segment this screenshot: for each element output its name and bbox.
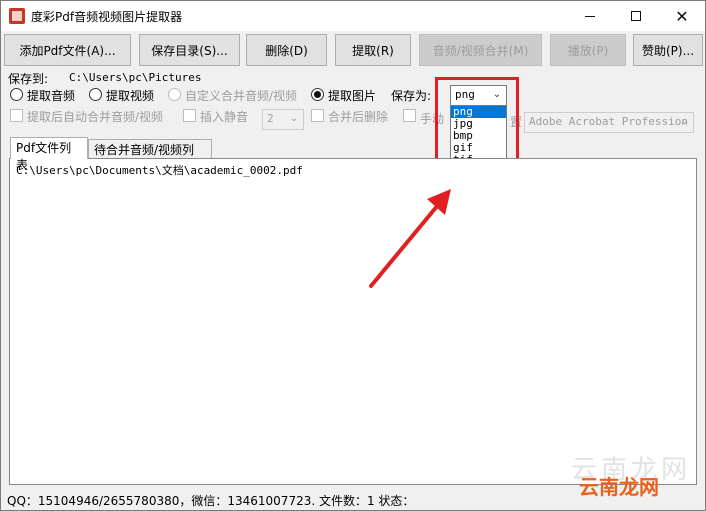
save-dir-button[interactable]: 保存目录(S)...: [139, 34, 240, 66]
status-bar: QQ：15104946/2655780380，微信：13461007723. 文…: [7, 494, 415, 508]
custom-merge-radio[interactable]: [168, 88, 181, 101]
extract-image-label[interactable]: 提取图片: [328, 87, 376, 104]
list-item[interactable]: C:\Users\pc\Documents\文档\academic_0002.p…: [16, 162, 303, 178]
tab-merge-list[interactable]: 待合并音频/视频列表: [88, 139, 212, 174]
save-to-path: C:\Users\pc\Pictures: [69, 71, 202, 84]
file-listbox[interactable]: C:\Users\pc\Documents\文档\academic_0002.p…: [9, 158, 697, 485]
red-arrow-icon: [369, 189, 451, 288]
close-button[interactable]: ✕: [659, 1, 705, 31]
donate-button[interactable]: 赞助(P)...: [633, 34, 703, 66]
app-window: 度彩Pdf音频视频图片提取器 ✕ 添加Pdf文件(A)... 保存目录(S)..…: [0, 0, 706, 511]
chevron-down-icon: ⌄: [679, 116, 689, 127]
app-logo-icon: [9, 8, 25, 24]
save-as-label: 保存为:: [391, 89, 432, 103]
minimize-button[interactable]: [567, 1, 613, 31]
maximize-button[interactable]: [613, 1, 659, 31]
minimize-icon: [585, 15, 595, 17]
add-pdf-button[interactable]: 添加Pdf文件(A)...: [4, 34, 131, 66]
printer-combo[interactable]: Adobe Acrobat Profession ⌄: [524, 112, 694, 133]
delete-after-merge-label[interactable]: 合并后删除: [328, 108, 388, 125]
window-title: 度彩Pdf音频视频图片提取器: [31, 10, 183, 24]
maximize-icon: [631, 11, 641, 21]
printer-value: Adobe Acrobat Profession: [529, 115, 688, 128]
silence-value: 2: [267, 112, 274, 125]
merge-av-button[interactable]: 音频/视频合并(M): [419, 34, 542, 66]
watermark-brand: 云南龙网: [579, 475, 659, 499]
save-to-label: 保存到:: [8, 72, 49, 86]
title-bar: 度彩Pdf音频视频图片提取器 ✕: [1, 1, 705, 31]
silence-combo[interactable]: 2 ⌄: [262, 109, 304, 130]
extract-audio-radio[interactable]: [10, 88, 23, 101]
extract-video-label[interactable]: 提取视频: [106, 87, 154, 104]
custom-merge-label[interactable]: 自定义合并音频/视频: [185, 87, 297, 104]
play-button[interactable]: 播放(P): [550, 34, 626, 66]
auto-merge-checkbox[interactable]: [10, 109, 23, 122]
extract-image-radio[interactable]: [311, 88, 324, 101]
auto-merge-label[interactable]: 提取后自动合并音频/视频: [27, 108, 163, 125]
tab-pdf-list[interactable]: Pdf文件列表: [10, 137, 88, 172]
insert-silence-checkbox[interactable]: [183, 109, 196, 122]
insert-silence-label[interactable]: 插入静音: [200, 108, 248, 125]
chevron-down-icon: ⌄: [289, 113, 299, 124]
manual-checkbox[interactable]: [403, 109, 416, 122]
extract-video-radio[interactable]: [89, 88, 102, 101]
delete-button[interactable]: 删除(D): [246, 34, 327, 66]
extract-button[interactable]: 提取(R): [335, 34, 411, 66]
extract-audio-label[interactable]: 提取音频: [27, 87, 75, 104]
delete-after-merge-checkbox[interactable]: [311, 109, 324, 122]
close-icon: ✕: [675, 6, 689, 26]
